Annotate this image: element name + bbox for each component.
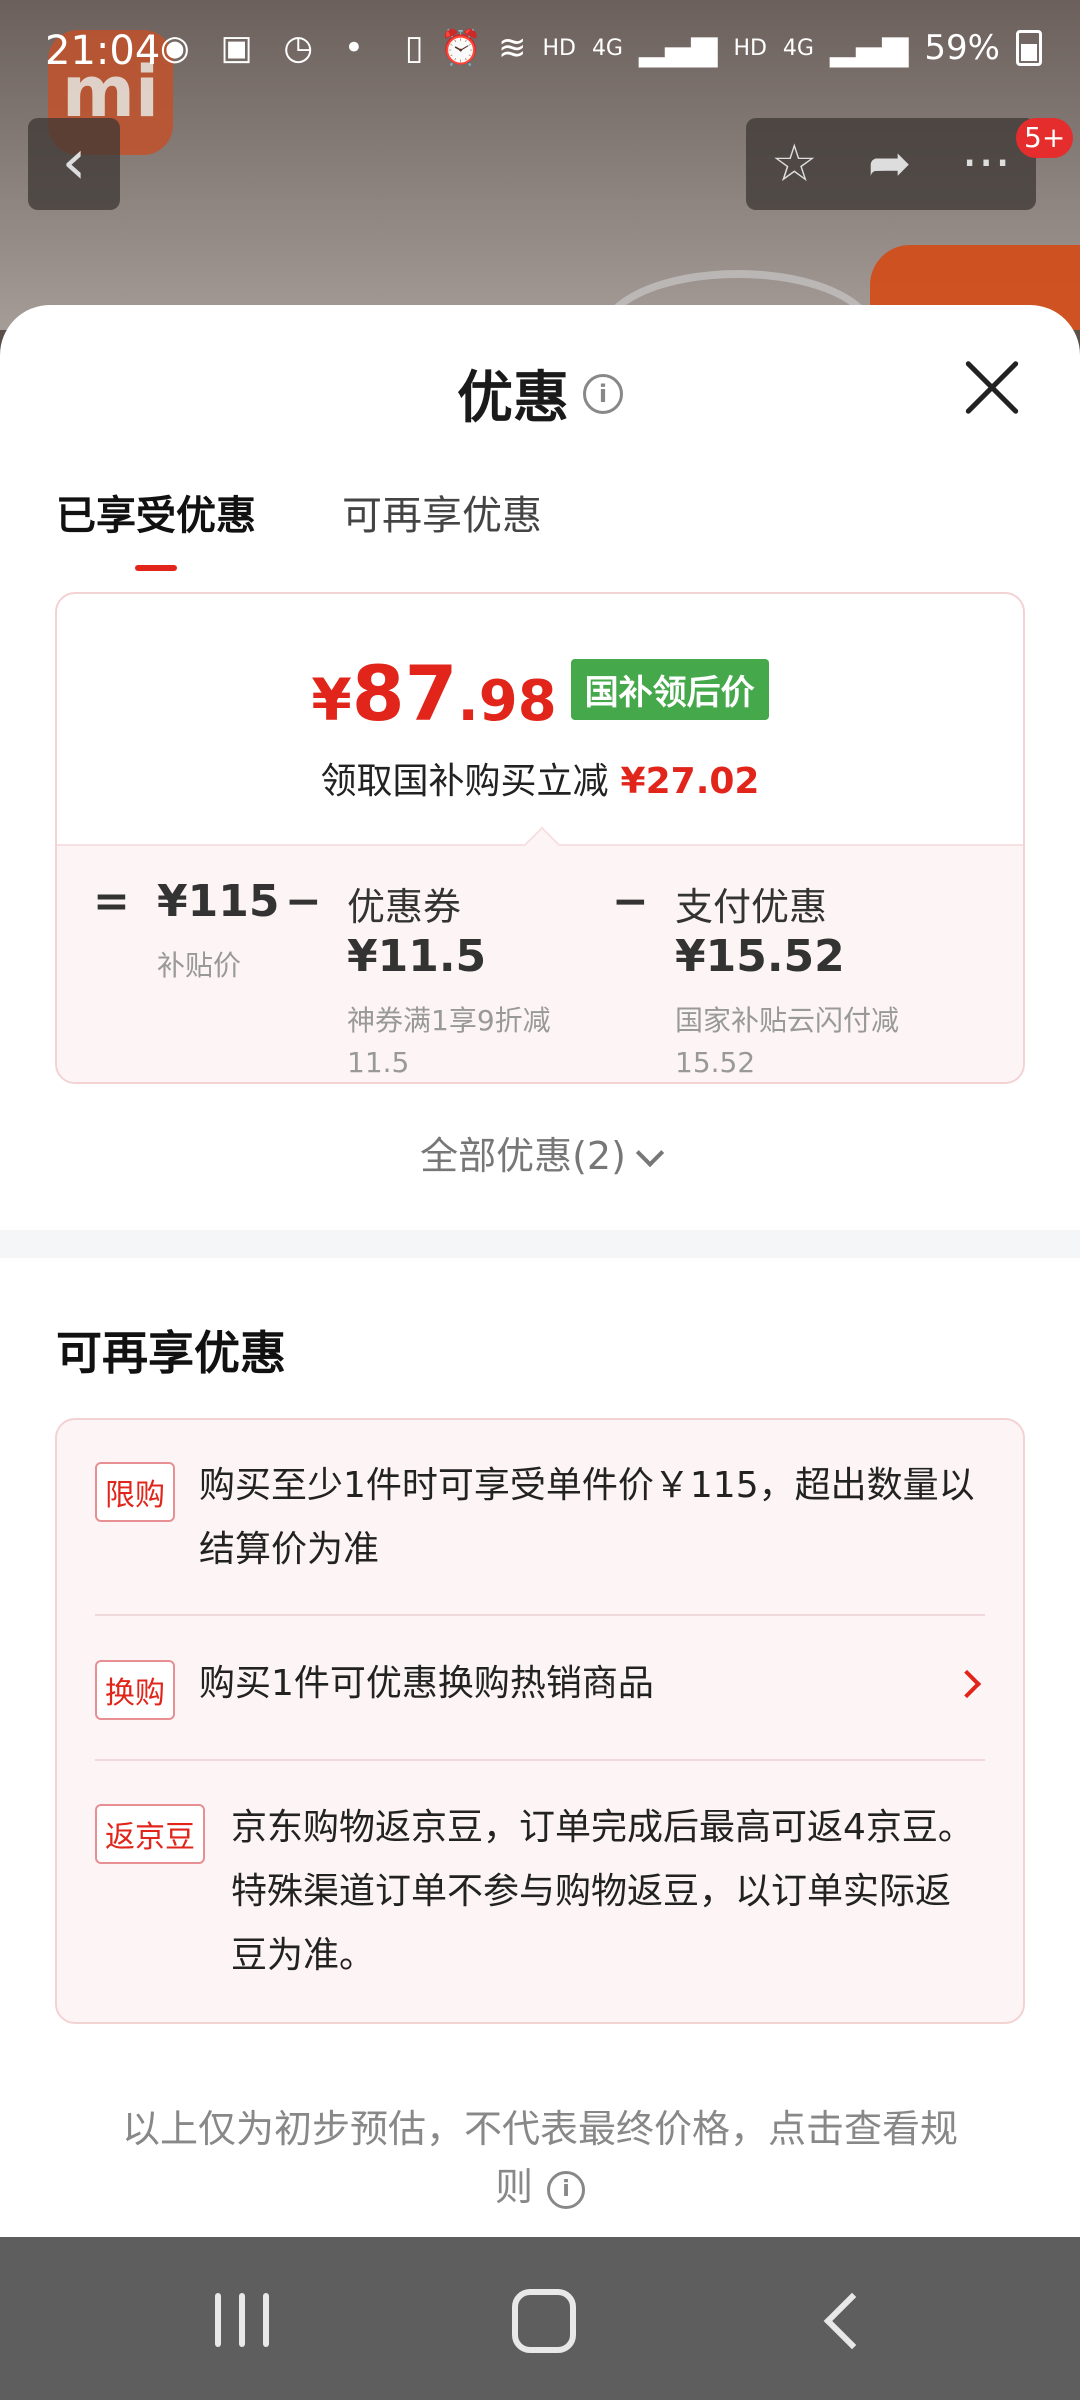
- vibrate-icon: ▯: [404, 28, 424, 68]
- signal-icon-2: ▂▄▆: [829, 28, 909, 68]
- term-coupon: 优惠券¥11.5 神券满1享9折减11.5: [347, 876, 577, 1082]
- promo-item-exchange[interactable]: 换购 购买1件可优惠换购热销商品: [95, 1660, 985, 1720]
- close-button[interactable]: [962, 357, 1022, 417]
- row-divider: [95, 1614, 985, 1616]
- status-bar: 21:04 ◉ ▣ ◷ • ▯ ⏰ ≋ HD 4G ▂▄▆ HD 4G ▂▄▆ …: [0, 0, 1080, 100]
- term-payment-desc: 国家补贴云闪付减15.52: [675, 1004, 900, 1079]
- sheet-title: 优惠: [457, 366, 569, 431]
- promo-tag-exchange: 换购: [95, 1660, 175, 1720]
- promo-item-limit: 限购 购买至少1件时可享受单件价￥115，超出数量以结算价为准: [95, 1462, 985, 1572]
- battery-percent: 59%: [924, 28, 1000, 68]
- section-divider: [0, 1230, 1080, 1258]
- recent-apps-button[interactable]: [215, 2293, 269, 2347]
- chevron-down-icon: [635, 1138, 665, 1168]
- price-decimal: .98: [457, 669, 557, 734]
- promo-tabs: 已享受优惠 可再享优惠: [56, 483, 542, 571]
- tab-enjoyed[interactable]: 已享受优惠: [56, 483, 256, 571]
- promo-tag-limit: 限购: [95, 1462, 175, 1522]
- promo-text-limit: 购买至少1件时可享受单件价￥115，超出数量以结算价为准: [199, 1465, 975, 1570]
- all-promos-toggle[interactable]: 全部优惠(2): [0, 1125, 1080, 1180]
- clock-app-icon: ◷: [283, 28, 324, 68]
- term-payment: 支付优惠¥15.52 国家补贴云闪付减15.52: [675, 876, 955, 1082]
- term-subsidy-value: ¥115: [157, 876, 280, 927]
- term-subsidy-desc: 补贴价: [157, 949, 242, 982]
- more-icon[interactable]: ···: [961, 134, 1011, 194]
- back-button[interactable]: ‹: [28, 118, 120, 210]
- minus-sign-1: −: [285, 876, 322, 927]
- network-label-1: HD: [542, 35, 576, 61]
- term-coupon-desc: 神券满1享9折减11.5: [347, 1004, 551, 1079]
- wechat-icon: ◉: [160, 28, 200, 68]
- price-breakdown: = ¥115 补贴价 − 优惠券¥11.5 神券满1享9折减11.5 − 支付优…: [57, 826, 1023, 1082]
- equals-sign: =: [93, 876, 130, 927]
- alarm-icon: ⏰: [439, 28, 482, 68]
- final-price: ¥87.98 国补领后价: [57, 649, 1023, 738]
- dot-icon: •: [343, 28, 374, 68]
- promo-item-jingdou: 返京豆 京东购物返京豆，订单完成后最高可返4京豆。特殊渠道订单不参与购物返豆，以…: [95, 1804, 985, 2004]
- notification-icons: ◉ ▣ ◷ •: [160, 28, 374, 68]
- all-promos-label: 全部优惠(2): [420, 1134, 626, 1178]
- saving-line: 领取国补购买立减 ¥27.02: [57, 752, 1023, 804]
- minus-sign-2: −: [612, 876, 649, 927]
- battery-icon: [1016, 30, 1042, 66]
- network-label-4: 4G: [782, 35, 814, 61]
- system-back-button[interactable]: [823, 2292, 881, 2350]
- price-card: ¥87.98 国补领后价 领取国补购买立减 ¥27.02 = ¥115 补贴价 − …: [55, 592, 1025, 1084]
- status-time: 21:04: [45, 28, 161, 74]
- currency-symbol: ¥: [311, 666, 352, 734]
- saving-label: 领取国补购买立减: [320, 761, 609, 802]
- more-promos-card: 限购 购买至少1件时可享受单件价￥115，超出数量以结算价为准 换购 购买1件可…: [55, 1418, 1025, 2024]
- sheet-title-wrap: 优惠 i: [0, 353, 1080, 434]
- network-label-2: 4G: [591, 35, 623, 61]
- price-summary: ¥87.98 国补领后价 领取国补购买立减 ¥27.02: [57, 594, 1023, 844]
- term-coupon-value: ¥11.5: [347, 931, 487, 982]
- rules-info-icon[interactable]: i: [547, 2170, 585, 2209]
- price-integer: 87: [351, 649, 458, 738]
- wifi-icon: ≋: [497, 28, 527, 68]
- system-icons: ▯ ⏰ ≋ HD 4G ▂▄▆ HD 4G ▂▄▆ 59%: [405, 28, 1042, 68]
- term-payment-label: 支付优惠: [675, 885, 828, 929]
- share-icon[interactable]: ➦: [868, 134, 912, 194]
- more-promos-title: 可再享优惠: [56, 1326, 286, 1380]
- term-payment-value: ¥15.52: [675, 931, 845, 982]
- row-divider: [95, 1759, 985, 1761]
- promo-text-exchange: 购买1件可优惠换购热销商品: [199, 1663, 654, 1704]
- top-actions: ☆ ➦ ···: [746, 118, 1036, 210]
- star-icon[interactable]: ☆: [771, 134, 818, 194]
- term-subsidy-price: ¥115 补贴价: [157, 876, 279, 987]
- promotion-sheet: 优惠 i 已享受优惠 可再享优惠 ¥87.98 国补领后价 领取国补购买立减 ¥27.…: [0, 305, 1080, 2237]
- disclaimer-text: 以上仅为初步预估，不代表最终价格，点击查看规则: [121, 2107, 958, 2209]
- promo-tag-jingdou: 返京豆: [95, 1804, 205, 1864]
- price-tag: 国补领后价: [570, 659, 769, 720]
- signal-icon: ▂▄▆: [638, 28, 718, 68]
- network-label-3: HD: [733, 35, 767, 61]
- gallery-icon: ▣: [220, 28, 263, 68]
- tab-available[interactable]: 可再享优惠: [342, 483, 542, 571]
- sheet-header: 优惠 i: [0, 305, 1080, 475]
- home-button[interactable]: [512, 2289, 576, 2353]
- system-nav-bar: [0, 2237, 1080, 2400]
- term-coupon-label: 优惠券: [347, 885, 462, 929]
- info-icon[interactable]: i: [583, 373, 623, 414]
- price-formula: = ¥115 补贴价 − 优惠券¥11.5 神券满1享9折减11.5 − 支付优…: [57, 876, 1023, 1079]
- message-badge: 5+: [1016, 118, 1074, 158]
- promo-text-jingdou: 京东购物返京豆，订单完成后最高可返4京豆。特殊渠道订单不参与购物返豆，以订单实际…: [231, 1807, 974, 1976]
- price-disclaimer[interactable]: 以上仅为初步预估，不代表最终价格，点击查看规则 i: [110, 2100, 970, 2216]
- chevron-right-icon: [952, 1669, 982, 1699]
- saving-amount: ¥27.02: [620, 761, 760, 802]
